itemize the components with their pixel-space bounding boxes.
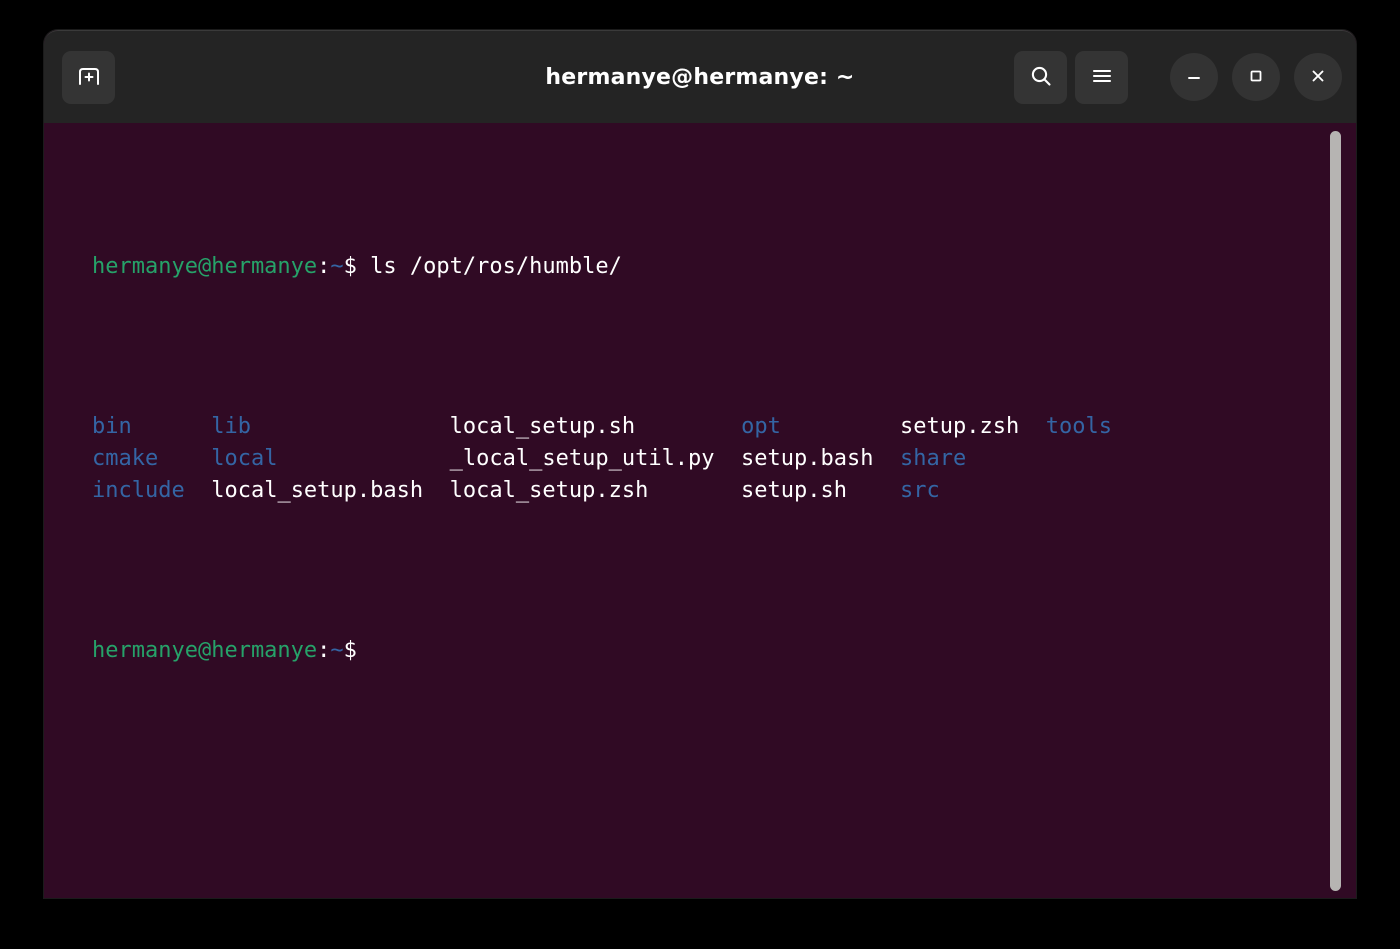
terminal-window: hermanye@hermanye: ~ hermanye@hermanye:~…	[44, 30, 1356, 898]
ls-entry-directory: bin	[92, 414, 132, 439]
prompt-separator: :	[317, 254, 331, 279]
ls-entry-directory: include	[92, 478, 185, 503]
prompt-separator: :	[317, 638, 331, 663]
ls-entry-file: setup.zsh	[900, 414, 1020, 439]
ls-entry-directory: opt	[741, 414, 781, 439]
close-button[interactable]	[1294, 53, 1342, 101]
ls-entry-directory: lib	[211, 414, 251, 439]
minimize-icon	[1183, 65, 1205, 90]
titlebar-controls	[1014, 50, 1356, 104]
terminal-screen[interactable]: hermanye@hermanye:~$ ls /opt/ros/humble/…	[44, 123, 1356, 898]
terminal-line-listing: bin lib local_setup.sh opt setup.zsh too…	[92, 411, 1112, 443]
search-icon	[1028, 63, 1054, 92]
ls-entry-directory: src	[900, 478, 940, 503]
minimize-button[interactable]	[1170, 53, 1218, 101]
new-tab-icon	[76, 63, 102, 92]
prompt-user-host: hermanye@hermanye	[92, 638, 318, 663]
ls-output: bin lib local_setup.sh opt setup.zsh too…	[92, 411, 1112, 507]
ls-entry-file: local_setup.sh	[449, 414, 636, 439]
terminal-line-command: hermanye@hermanye:~$ ls /opt/ros/humble/	[92, 251, 1112, 283]
prompt-sigil: $	[343, 638, 357, 663]
terminal-line-prompt: hermanye@hermanye:~$	[92, 635, 1112, 667]
prompt-path: ~	[330, 638, 344, 663]
ls-entry-directory: local	[211, 446, 278, 471]
terminal-line-listing: include local_setup.bash local_setup.zsh…	[92, 475, 1112, 507]
terminal-output: hermanye@hermanye:~$ ls /opt/ros/humble/…	[92, 123, 1112, 763]
new-tab-button[interactable]	[62, 50, 115, 104]
prompt-path: ~	[330, 254, 344, 279]
terminal-command: ls /opt/ros/humble/	[356, 254, 622, 279]
main-menu-button[interactable]	[1075, 50, 1128, 104]
maximize-icon	[1245, 65, 1267, 90]
ls-entry-directory: share	[900, 446, 967, 471]
ls-entry-directory: tools	[1045, 414, 1112, 439]
ls-entry-file: setup.sh	[741, 478, 848, 503]
ls-entry-directory: cmake	[92, 446, 159, 471]
ls-entry-file: local_setup.bash	[211, 478, 424, 503]
terminal-scrollbar[interactable]	[1325, 123, 1347, 898]
maximize-button[interactable]	[1232, 53, 1280, 101]
ls-entry-file: setup.bash	[741, 446, 874, 471]
search-button[interactable]	[1014, 50, 1067, 104]
scrollbar-thumb[interactable]	[1330, 131, 1341, 891]
desktop-root: hermanye@hermanye: ~ hermanye@hermanye:~…	[0, 0, 1400, 949]
terminal-line-listing: cmake local _local_setup_util.py setup.b…	[92, 443, 1112, 475]
window-titlebar: hermanye@hermanye: ~	[44, 30, 1356, 123]
ls-entry-file: _local_setup_util.py	[449, 446, 715, 471]
prompt-user-host: hermanye@hermanye	[92, 254, 318, 279]
prompt-sigil: $	[343, 254, 357, 279]
close-icon	[1307, 65, 1329, 90]
ls-entry-file: local_setup.zsh	[449, 478, 649, 503]
hamburger-menu-icon	[1089, 63, 1115, 92]
